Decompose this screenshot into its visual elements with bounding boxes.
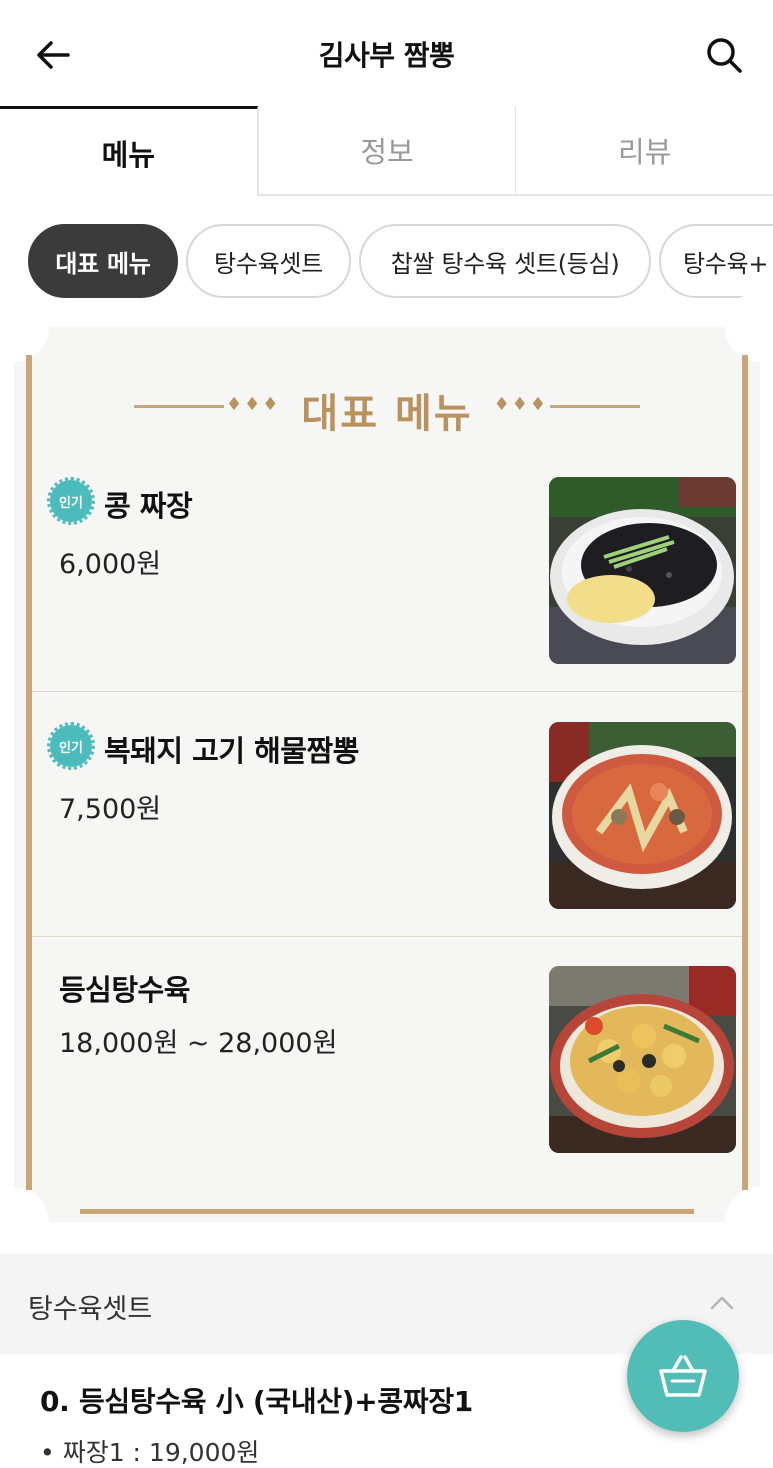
featured-heading: ♦♦♦ 대표 메뉴 ♦♦♦ <box>14 377 760 437</box>
jajangmyeon-photo <box>549 477 736 664</box>
frame-corner <box>725 1187 773 1257</box>
chip-chapssal-set[interactable]: 찹쌀 탕수육 셋트(등심) <box>359 224 651 298</box>
menu-item-name: 복돼지 고기 해물짬뽕 <box>104 734 359 768</box>
menu-item-name: 등심탕수육 <box>59 973 190 1007</box>
cart-button[interactable] <box>627 1320 739 1432</box>
frame-corner <box>0 1187 49 1257</box>
chevron-up-icon <box>710 1296 734 1310</box>
set-item-name[interactable]: 0. 등심탕수육 小 (국내산)+콩짜장1 <box>40 1380 473 1420</box>
chip-featured-menu[interactable]: 대표 메뉴 <box>28 224 178 298</box>
section-title: 탕수육셋트 <box>28 1294 153 1325</box>
ornament-line <box>550 405 640 408</box>
page-title: 김사부 짬뽕 <box>318 39 455 72</box>
tab-reviews[interactable]: 리뷰 <box>515 106 773 194</box>
menu-item-price: 6,000원 <box>59 549 162 580</box>
featured-title: 대표 메뉴 <box>301 391 473 437</box>
chip-tangsuyuk-set[interactable]: 탕수육셋트 <box>186 224 351 298</box>
menu-item-name: 콩 짜장 <box>104 489 193 523</box>
ornament-diamonds: ♦♦♦ <box>493 394 548 415</box>
frame-border-bottom <box>80 1209 694 1214</box>
frame-corner <box>725 292 773 362</box>
search-button[interactable] <box>699 30 749 80</box>
tab-info[interactable]: 정보 <box>257 106 516 194</box>
featured-menu-panel: ♦♦♦ 대표 메뉴 ♦♦♦ 인기 콩 짜장 6,000원 인기 복돼지 고기 해… <box>0 292 773 1257</box>
frame-border-right <box>742 355 748 1190</box>
jjamppong-photo <box>549 722 736 909</box>
tab-bar: 메뉴 정보 리뷰 <box>0 106 773 196</box>
popular-badge: 인기 <box>47 722 95 770</box>
tab-menu[interactable]: 메뉴 <box>0 106 258 196</box>
frame-corner <box>0 292 49 362</box>
menu-item[interactable]: 인기 복돼지 고기 해물짬뽕 7,500원 <box>32 692 742 937</box>
search-icon <box>707 38 742 73</box>
menu-item-price: 18,000원 ~ 28,000원 <box>59 1028 338 1059</box>
category-chips: 대표 메뉴 탕수육셋트 찹쌀 탕수육 셋트(등심) 탕수육+ <box>0 224 773 300</box>
set-item-price: • 짜장1 : 19,000원 <box>40 1438 260 1467</box>
tangsuyuk-photo <box>549 966 736 1153</box>
menu-item-price: 7,500원 <box>59 794 162 825</box>
menu-item[interactable]: 인기 콩 짜장 6,000원 <box>32 447 742 692</box>
chip-tangsuyuk-plus[interactable]: 탕수육+ <box>659 224 773 298</box>
app-header: 김사부 짬뽕 <box>0 0 773 106</box>
menu-item[interactable]: 등심탕수육 18,000원 ~ 28,000원 <box>32 937 742 1182</box>
popular-badge: 인기 <box>47 477 95 525</box>
basket-icon <box>659 1355 707 1397</box>
